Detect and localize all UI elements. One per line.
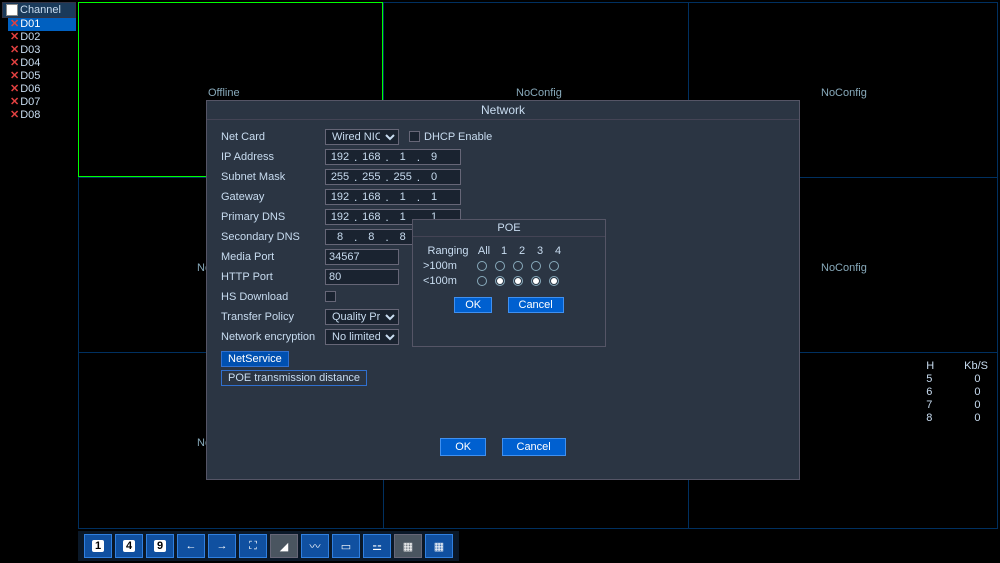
channel-item-d06[interactable]: ✕D06	[8, 83, 76, 96]
grid-icon: ▦	[434, 540, 444, 553]
subnet-input[interactable]: . . .	[325, 169, 461, 185]
x-icon: ✕	[10, 70, 19, 82]
channel-item-d02[interactable]: ✕D02	[8, 31, 76, 44]
next-button[interactable]: →	[208, 534, 236, 558]
tool-button-2[interactable]: ▦	[394, 534, 422, 558]
poe-dialog: POE Ranging All 1 2 3 4 >100m <100m OK	[412, 219, 606, 347]
network-icon: ⚍	[372, 540, 382, 553]
network-cancel-button[interactable]: Cancel	[502, 438, 566, 456]
poe-distance-button[interactable]: POE transmission distance	[221, 370, 367, 386]
gt100-2-radio[interactable]	[513, 261, 523, 271]
transfer-policy-label: Transfer Policy	[221, 311, 325, 323]
encryption-select[interactable]: No limited	[325, 329, 399, 345]
ranging-label: Ranging	[423, 245, 473, 257]
poe-title: POE	[413, 220, 605, 237]
secondary-dns-label: Secondary DNS	[221, 231, 325, 243]
media-port-input[interactable]	[325, 249, 399, 265]
cell-status: NoConfig	[516, 87, 562, 99]
gt100-3-radio[interactable]	[531, 261, 541, 271]
x-icon: ✕	[10, 109, 19, 121]
network-ok-button[interactable]: OK	[440, 438, 486, 456]
display-button[interactable]: ▭	[332, 534, 360, 558]
gateway-input[interactable]: . . .	[325, 189, 461, 205]
stats-table: HKb/S 50 60 70 80	[926, 360, 988, 425]
lt100-4-radio[interactable]	[549, 276, 559, 286]
gt100-4-radio[interactable]	[549, 261, 559, 271]
network-button[interactable]: ⚍	[363, 534, 391, 558]
http-port-input[interactable]	[325, 269, 399, 285]
gateway-label: Gateway	[221, 191, 325, 203]
dhcp-checkbox[interactable]	[409, 131, 420, 142]
subnet-label: Subnet Mask	[221, 171, 325, 183]
x-icon: ✕	[10, 57, 19, 69]
dhcp-label: DHCP Enable	[424, 131, 492, 143]
x-icon: ✕	[10, 18, 19, 30]
gt100-1-radio[interactable]	[495, 261, 505, 271]
dialog-title: Network	[207, 101, 799, 120]
lt100-label: <100m	[423, 275, 473, 287]
cell-status: Offline	[208, 87, 240, 99]
x-icon: ✕	[10, 44, 19, 56]
ip-label: IP Address	[221, 151, 325, 163]
all-label: All	[473, 245, 495, 257]
fullscreen-icon: ⛶	[249, 540, 257, 553]
hs-download-label: HS Download	[221, 291, 325, 303]
arrow-right-icon: →	[217, 540, 228, 552]
lt100-3-radio[interactable]	[531, 276, 541, 286]
gt100-all-radio[interactable]	[477, 261, 487, 271]
netcard-label: Net Card	[221, 131, 325, 143]
view-9-button[interactable]: 9	[146, 534, 174, 558]
hs-download-checkbox[interactable]	[325, 291, 336, 302]
tool-button-1[interactable]: ◢	[270, 534, 298, 558]
x-icon: ✕	[10, 83, 19, 95]
media-port-label: Media Port	[221, 251, 325, 263]
chart-icon: 〰	[310, 538, 321, 554]
monitor-icon: ▭	[341, 540, 351, 553]
channel-list: ✕D01 ✕D02 ✕D03 ✕D04 ✕D05 ✕D06 ✕D07 ✕D08	[2, 18, 76, 122]
channel-item-d03[interactable]: ✕D03	[8, 44, 76, 57]
grid-button[interactable]: ▦	[425, 534, 453, 558]
gt100-label: >100m	[423, 260, 473, 272]
channel-item-d04[interactable]: ✕D04	[8, 57, 76, 70]
encryption-label: Network encryption	[221, 331, 325, 343]
x-icon: ✕	[10, 96, 19, 108]
transfer-policy-select[interactable]: Quality Prefe	[325, 309, 399, 325]
view-1-button[interactable]: 1	[84, 534, 112, 558]
chart-button[interactable]: 〰	[301, 534, 329, 558]
netservice-button[interactable]: NetService	[221, 351, 289, 367]
arrow-left-icon: ←	[186, 540, 197, 552]
fullscreen-button[interactable]: ⛶	[239, 534, 267, 558]
analytics-icon: ◢	[280, 540, 288, 553]
channel-item-d01[interactable]: ✕D01	[8, 18, 76, 31]
channel-item-d07[interactable]: ✕D07	[8, 96, 76, 109]
primary-dns-label: Primary DNS	[221, 211, 325, 223]
lt100-all-radio[interactable]	[477, 276, 487, 286]
lt100-1-radio[interactable]	[495, 276, 505, 286]
poe-cancel-button[interactable]: Cancel	[508, 297, 564, 313]
view-4-button[interactable]: 4	[115, 534, 143, 558]
channel-item-d05[interactable]: ✕D05	[8, 70, 76, 83]
prev-button[interactable]: ←	[177, 534, 205, 558]
http-port-label: HTTP Port	[221, 271, 325, 283]
netcard-select[interactable]: Wired NIC	[325, 129, 399, 145]
poe-ok-button[interactable]: OK	[454, 297, 492, 313]
bottom-toolbar: 1 4 9 ← → ⛶ ◢ 〰 ▭ ⚍ ▦ ▦	[78, 531, 459, 561]
cell-status: NoConfig	[821, 262, 867, 274]
channel-item-d08[interactable]: ✕D08	[8, 109, 76, 122]
channel-panel-header[interactable]: Channel	[2, 2, 76, 18]
config-icon: ▦	[403, 540, 413, 553]
x-icon: ✕	[10, 31, 19, 43]
lt100-2-radio[interactable]	[513, 276, 523, 286]
cell-status: NoConfig	[821, 87, 867, 99]
ip-input[interactable]: . . .	[325, 149, 461, 165]
